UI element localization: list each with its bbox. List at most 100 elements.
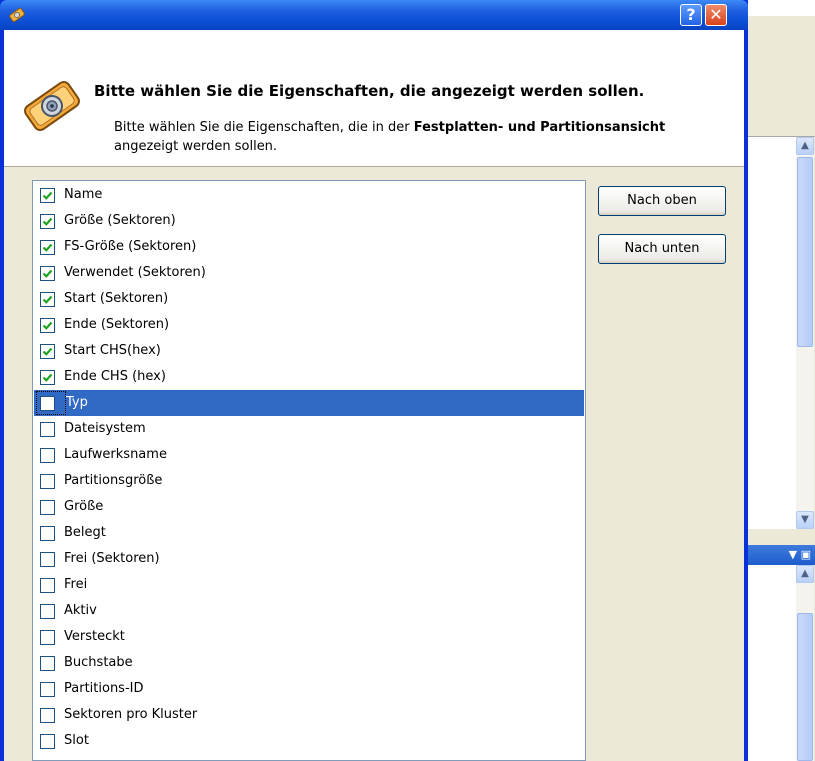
checkbox-unchecked[interactable]	[40, 578, 55, 593]
checkbox-unchecked[interactable]	[40, 734, 55, 749]
checkbox-unchecked[interactable]	[40, 422, 55, 437]
checkmark-icon	[42, 217, 53, 226]
property-list-item[interactable]: Versteckt	[34, 624, 584, 650]
checkbox-unchecked[interactable]	[40, 500, 55, 515]
property-list-item[interactable]: Name	[34, 182, 584, 208]
property-label: Größe	[64, 499, 104, 514]
property-label: Buchstabe	[64, 655, 133, 670]
property-label: Ende CHS (hex)	[64, 369, 166, 384]
property-list-item[interactable]: Ende (Sektoren)	[34, 312, 584, 338]
checkbox-unchecked[interactable]	[40, 682, 55, 697]
help-button[interactable]: ?	[680, 4, 702, 26]
scroll-up-icon[interactable]: ▲	[796, 137, 814, 155]
background-panel-header: ▼ ▣	[740, 545, 815, 565]
background-scrollbar-upper[interactable]: ▲ ▼	[796, 137, 814, 529]
background-top-area	[740, 0, 815, 16]
checkbox-unchecked[interactable]	[40, 708, 55, 723]
description-text-2: angezeigt werden sollen.	[114, 139, 278, 154]
screen: ▲ ▼ ▼ ▣ ▲ ? ✕ Bitte wählen Sie die Eigen…	[0, 0, 815, 761]
property-list-item[interactable]: Größe (Sektoren)	[34, 208, 584, 234]
checkbox-checked[interactable]	[40, 266, 55, 281]
disk-icon	[9, 7, 25, 23]
checkbox-checked[interactable]	[40, 240, 55, 255]
property-label: Belegt	[64, 525, 106, 540]
property-list-item[interactable]: Partitions-ID	[34, 676, 584, 702]
scroll-down-icon[interactable]: ▼	[796, 511, 814, 529]
property-label: Start (Sektoren)	[64, 291, 169, 306]
checkbox-checked[interactable]	[40, 344, 55, 359]
property-label: Aktiv	[64, 603, 97, 618]
property-list-item[interactable]: Slot	[34, 728, 584, 754]
property-label: Name	[64, 187, 103, 202]
checkbox-unchecked[interactable]	[40, 474, 55, 489]
property-list-item[interactable]: Laufwerksname	[34, 442, 584, 468]
checkbox-unchecked[interactable]	[40, 656, 55, 671]
checkbox-unchecked[interactable]	[40, 526, 55, 541]
checkbox-unchecked[interactable]	[40, 630, 55, 645]
dialog-header: Bitte wählen Sie die Eigenschaften, die …	[4, 30, 744, 166]
checkbox-unchecked[interactable]	[40, 448, 55, 463]
property-label: FS-Größe (Sektoren)	[64, 239, 197, 254]
background-pane-lower	[740, 565, 796, 761]
property-list-item[interactable]: Frei (Sektoren)	[34, 546, 584, 572]
property-list-item[interactable]: Partitionsgröße	[34, 468, 584, 494]
checkmark-icon	[42, 269, 53, 278]
background-scrollbar-lower[interactable]: ▲	[796, 565, 814, 761]
property-list-item[interactable]: FS-Größe (Sektoren)	[34, 234, 584, 260]
background-pane-upper	[740, 137, 796, 529]
checkbox-checked[interactable]	[40, 188, 55, 203]
checkmark-icon	[42, 347, 53, 356]
checkmark-icon	[42, 295, 53, 304]
scroll-thumb[interactable]	[797, 613, 813, 761]
property-list-item[interactable]: Ende CHS (hex)	[34, 364, 584, 390]
panel-menu-icon[interactable]: ▼ ▣	[789, 547, 811, 563]
close-button[interactable]: ✕	[705, 4, 727, 26]
move-up-button[interactable]: Nach oben	[598, 186, 726, 216]
property-list-item[interactable]: Frei	[34, 572, 584, 598]
scroll-up-icon[interactable]: ▲	[796, 565, 814, 583]
property-label: Sektoren pro Kluster	[64, 707, 198, 722]
checkbox-checked[interactable]	[40, 214, 55, 229]
property-list-item[interactable]: Belegt	[34, 520, 584, 546]
property-list-item[interactable]: Größe	[34, 494, 584, 520]
background-window: ▲ ▼ ▼ ▣ ▲	[740, 0, 815, 761]
hard-disk-icon	[24, 80, 80, 132]
description-bold-text: Festplatten- und Partitionsansicht	[413, 120, 666, 135]
property-label: Versteckt	[64, 629, 125, 644]
property-label: Typ	[66, 395, 88, 410]
checkbox-checked[interactable]	[40, 318, 55, 333]
choose-properties-dialog: ? ✕ Bitte wählen Sie die Eigenschaften, …	[0, 0, 748, 761]
property-list-item[interactable]: Verwendet (Sektoren)	[34, 260, 584, 286]
checkmark-icon	[42, 243, 53, 252]
property-checklist[interactable]: Name Größe (Sektoren) FS-Größe (Sektoren) V…	[32, 180, 586, 761]
property-label: Partitionsgröße	[64, 473, 163, 488]
property-label: Partitions-ID	[64, 681, 144, 696]
property-label: Ende (Sektoren)	[64, 317, 170, 332]
dialog-titlebar[interactable]: ? ✕	[0, 0, 748, 30]
property-label: Slot	[64, 733, 89, 748]
checkbox-unchecked[interactable]	[40, 396, 55, 411]
description-text-1: Bitte wählen Sie die Eigenschaften, die …	[114, 120, 414, 135]
property-list-item[interactable]: Buchstabe	[34, 650, 584, 676]
property-list-item[interactable]: Start CHS(hex)	[34, 338, 584, 364]
checkbox-unchecked[interactable]	[40, 552, 55, 567]
header-separator	[4, 166, 744, 167]
scroll-thumb[interactable]	[797, 157, 813, 347]
property-list-item[interactable]: Start (Sektoren)	[34, 286, 584, 312]
property-label: Frei	[64, 577, 88, 592]
property-label: Größe (Sektoren)	[64, 213, 176, 228]
dialog-description: Bitte wählen Sie die Eigenschaften, die …	[114, 118, 674, 156]
checkmark-icon	[42, 373, 53, 382]
property-label: Frei (Sektoren)	[64, 551, 160, 566]
checkmark-icon	[42, 191, 53, 200]
property-list-item[interactable]: Typ	[34, 390, 584, 416]
checkbox-unchecked[interactable]	[40, 604, 55, 619]
property-list-item[interactable]: Dateisystem	[34, 416, 584, 442]
property-label: Laufwerksname	[64, 447, 167, 462]
checkbox-checked[interactable]	[40, 292, 55, 307]
checkbox-checked[interactable]	[40, 370, 55, 385]
property-list-item[interactable]: Sektoren pro Kluster	[34, 702, 584, 728]
move-down-button[interactable]: Nach unten	[598, 234, 726, 264]
dialog-client-area: Bitte wählen Sie die Eigenschaften, die …	[4, 30, 744, 761]
property-list-item[interactable]: Aktiv	[34, 598, 584, 624]
